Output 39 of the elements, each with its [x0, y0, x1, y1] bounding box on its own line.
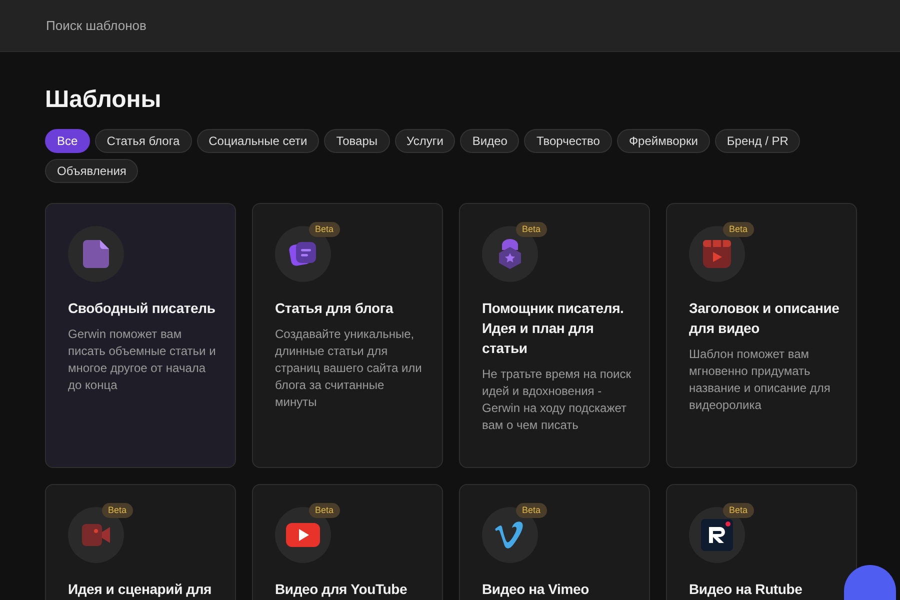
template-card[interactable]: Beta Заголовок и описание для видео Шаблон поможет вам мгновенно придумать название и описание для видеоролика: [666, 202, 857, 468]
card-description: Шаблон поможет вам мгновенно придумать название и описание для видеоролика: [689, 346, 832, 414]
search-field[interactable]: Поиск шаблонов: [46, 16, 346, 36]
card-description: Не тратьте время на поиск идей и вдохновения - Gerwin на ходу подскажет вам о чем писать: [482, 366, 632, 434]
card-title: Статья для блога: [275, 298, 394, 318]
beta-tag: Beta: [516, 502, 547, 518]
card-title: Идея и сценарий для: [68, 580, 213, 599]
template-card[interactable]: Beta Помощник писателя. Идея и план для статьи Не тратьте время на поиск идей и вдохновения - Gerwin на ходу подскажет вам о чем писать: [459, 202, 650, 468]
beta-tag: Beta: [309, 222, 340, 237]
beta-tag: Beta: [309, 502, 340, 518]
filter-chip[interactable]: Бренд / PR: [714, 128, 800, 153]
template-card[interactable]: Beta Статья для блога Создавайте уникальные, длинные статьи для страниц вашего сайта или блога за считанные минуты: [252, 202, 443, 468]
filter-chip[interactable]: Услуги: [394, 128, 456, 153]
filter-chip[interactable]: Объявления: [45, 158, 138, 183]
card-title: Видео на Rutube: [689, 580, 804, 599]
card-title: Видео для YouTube: [275, 580, 408, 599]
filter-chip[interactable]: Социальные сети: [196, 128, 320, 153]
beta-tag: Beta: [516, 222, 547, 237]
card-title: Заголовок и описание для видео: [689, 298, 840, 338]
template-card[interactable]: Beta Видео на Vimeo: [459, 484, 650, 600]
template-card[interactable]: Beta Видео на Rutube: [666, 484, 857, 600]
card-title: Видео на Vimeo: [482, 580, 590, 599]
card-description: Создавайте уникальные, длинные статьи для страниц вашего сайта или блога за считанные минуты: [275, 326, 423, 411]
filter-chip[interactable]: Товары: [324, 128, 390, 153]
filter-chip[interactable]: Видео: [460, 128, 520, 153]
filter-chip[interactable]: Фреймворки: [616, 128, 710, 153]
beta-tag: Beta: [102, 502, 133, 518]
filter-chip[interactable]: Творчество: [524, 128, 612, 153]
card-title: Помощник писателя. Идея и план для статьи: [482, 298, 625, 358]
card-title: Свободный писатель: [68, 298, 216, 318]
beta-tag: Beta: [723, 222, 754, 237]
template-card[interactable]: Beta Видео для YouTube: [252, 484, 443, 600]
template-card[interactable]: Beta Идея и сценарий для: [45, 484, 236, 600]
filter-chip[interactable]: Статья блога: [94, 128, 192, 153]
page-title: Шаблоны: [45, 86, 162, 115]
template-card[interactable]: Свободный писатель Gerwin поможет вам писать объемные статьи и многое другое от начала до конца: [45, 202, 236, 468]
filter-chip[interactable]: Все: [45, 128, 90, 153]
card-description: Gerwin поможет вам писать объемные статьи и многое другое от начала до конца: [68, 326, 217, 394]
beta-tag: Beta: [723, 502, 754, 518]
